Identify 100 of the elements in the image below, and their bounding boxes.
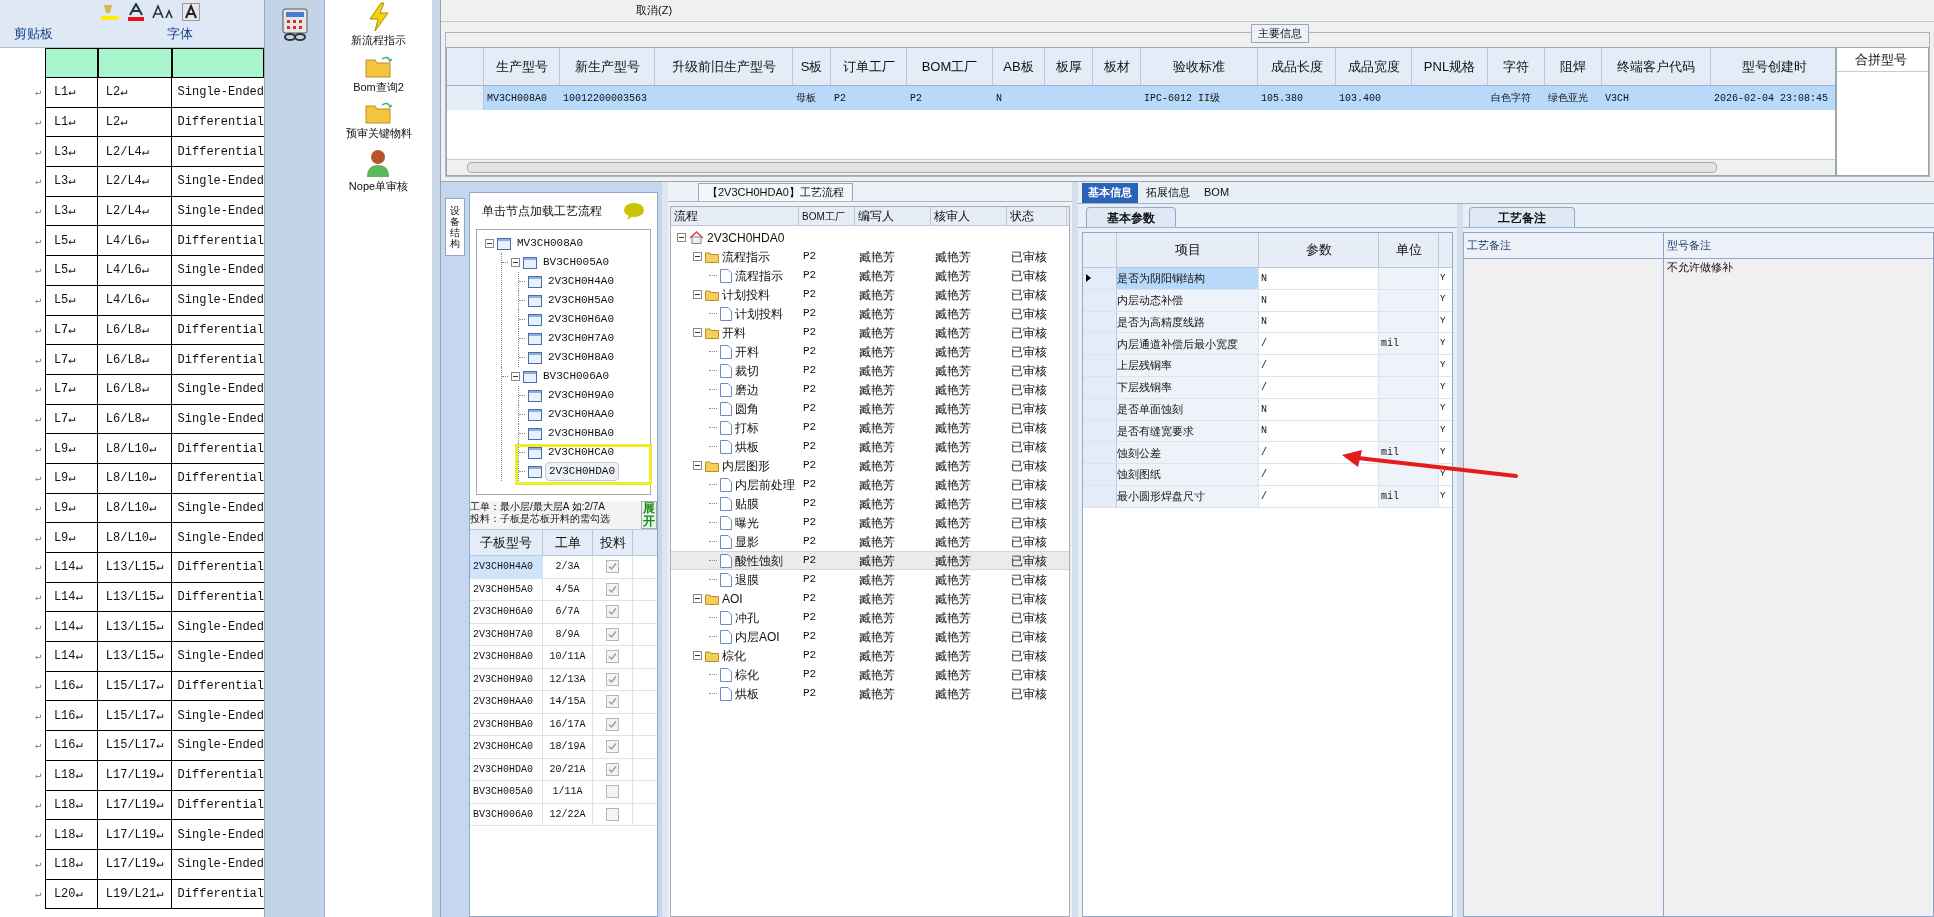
table-row[interactable]: 蚀刻图纸 / Y: [1083, 464, 1452, 486]
nav-item[interactable]: 预审关键物料: [345, 125, 412, 142]
flow-row[interactable]: 2V3CH0HDA0: [671, 228, 1069, 247]
column-header[interactable]: 参数: [1259, 233, 1379, 267]
column-header[interactable]: 成品宽度: [1336, 48, 1412, 85]
collapse-icon[interactable]: [693, 252, 702, 261]
tree-node[interactable]: MV3CH008A0: [514, 235, 586, 252]
tree-node[interactable]: 2V3CH0H6A0: [545, 311, 617, 328]
text-effect-icon[interactable]: [182, 3, 200, 21]
tree-node[interactable]: 2V3CH0H9A0: [545, 387, 617, 404]
flow-row[interactable]: 计划投料 P2 臧艳芳 臧艳芳 已审核: [671, 304, 1069, 323]
table-row[interactable]: 2V3CH0H5A0 4/5A: [470, 578, 657, 601]
tree-node[interactable]: 2V3CH0H5A0: [545, 292, 617, 309]
flow-row[interactable]: 内层图形 P2 臧艳芳 臧艳芳 已审核: [671, 456, 1069, 475]
column-header[interactable]: BOM工厂: [799, 207, 855, 225]
collapse-icon[interactable]: [693, 328, 702, 337]
flow-row[interactable]: 内层前处理 P2 臧艳芳 臧艳芳 已审核: [671, 475, 1069, 494]
flow-row[interactable]: 开料 P2 臧艳芳 臧艳芳 已审核: [671, 323, 1069, 342]
flow-row[interactable]: 圆角 P2 臧艳芳 臧艳芳 已审核: [671, 399, 1069, 418]
collapse-icon[interactable]: [693, 594, 702, 603]
column-header[interactable]: BOM工厂: [907, 48, 993, 85]
column-header[interactable]: 合拼型号: [1855, 49, 1907, 70]
flow-row[interactable]: 棕化 P2 臧艳芳 臧艳芳 已审核: [671, 646, 1069, 665]
table-row[interactable]: 下层残铜率 / Y: [1083, 377, 1452, 399]
collapse-icon[interactable]: [677, 233, 686, 242]
column-header[interactable]: 状态: [1007, 207, 1067, 225]
table-row[interactable]: 2V3CH0HCA0 18/19A: [470, 736, 657, 759]
column-header[interactable]: 升级前旧生产型号: [655, 48, 793, 85]
column-header[interactable]: 新生产型号: [560, 48, 655, 85]
table-row[interactable]: 2V3CH0HDA0 20/21A: [470, 758, 657, 781]
tree-node[interactable]: 2V3CH0HDA0: [545, 462, 619, 481]
flow-row[interactable]: 流程指示 P2 臧艳芳 臧艳芳 已审核: [671, 247, 1069, 266]
table-row[interactable]: 2V3CH0H6A0 6/7A: [470, 601, 657, 624]
checkbox[interactable]: [606, 740, 619, 754]
table-row[interactable]: 是否单面蚀刻 N Y: [1083, 398, 1452, 421]
column-header[interactable]: 项目: [1117, 233, 1259, 267]
table-row[interactable]: 2V3CH0HAA0 14/15A: [470, 691, 657, 714]
column-header[interactable]: 成品长度: [1258, 48, 1336, 85]
column-header[interactable]: 子板型号: [470, 530, 543, 555]
flow-row[interactable]: 棕化 P2 臧艳芳 臧艳芳 已审核: [671, 665, 1069, 684]
row-selector[interactable]: [1083, 268, 1117, 289]
tree-node[interactable]: 2V3CH0H8A0: [545, 349, 617, 366]
column-header[interactable]: 字符: [1488, 48, 1545, 85]
flow-row[interactable]: 内层AOI P2 臧艳芳 臧艳芳 已审核: [671, 627, 1069, 646]
collapse-icon[interactable]: [485, 239, 494, 248]
panel-tab[interactable]: 基本参数: [1086, 207, 1176, 227]
column-header[interactable]: 板材: [1093, 48, 1141, 85]
column-header[interactable]: 单位: [1379, 233, 1439, 267]
flow-row[interactable]: 磨边 P2 臧艳芳 臧艳芳 已审核: [671, 380, 1069, 399]
column-header[interactable]: 验收标准: [1141, 48, 1258, 85]
tree-node[interactable]: 2V3CH0H7A0: [545, 330, 617, 347]
table-row[interactable]: 是否为阴阳铜结构 N Y: [1083, 268, 1452, 290]
vertical-tab[interactable]: 设备结构: [445, 198, 465, 256]
flow-row[interactable]: 曝光 P2 臧艳芳 臧艳芳 已审核: [671, 513, 1069, 532]
horizontal-scrollbar[interactable]: [447, 159, 1835, 175]
collapse-icon[interactable]: [693, 290, 702, 299]
expand-button[interactable]: 展开: [641, 501, 657, 529]
tree-node[interactable]: BV3CH006A0: [540, 368, 612, 385]
font-color-icon[interactable]: [126, 3, 146, 21]
flow-row[interactable]: 烘板 P2 臧艳芳 臧艳芳 已审核: [671, 437, 1069, 456]
nav-item[interactable]: Bom查询2: [353, 78, 404, 95]
tree-node[interactable]: 2V3CH0H4A0: [545, 273, 617, 290]
flow-row[interactable]: 冲孔 P2 臧艳芳 臧艳芳 已审核: [671, 608, 1069, 627]
flow-row[interactable]: 裁切 P2 臧艳芳 臧艳芳 已审核: [671, 361, 1069, 380]
tab[interactable]: BOM: [1198, 182, 1236, 203]
nav-item[interactable]: Nope单审核: [348, 177, 409, 194]
flow-row[interactable]: 烘板 P2 臧艳芳 臧艳芳 已审核: [671, 684, 1069, 703]
checkbox[interactable]: [606, 695, 619, 709]
collapse-icon[interactable]: [511, 372, 520, 381]
flow-row[interactable]: 退膜 P2 臧艳芳 臧艳芳 已审核: [671, 570, 1069, 589]
tree-node[interactable]: 2V3CH0HCA0: [545, 444, 617, 461]
calculator-icon[interactable]: [279, 8, 310, 42]
tab[interactable]: 基本信息: [1082, 182, 1138, 203]
column-header[interactable]: 工单: [543, 530, 593, 555]
column-header[interactable]: 终端客户代码: [1602, 48, 1711, 85]
table-row[interactable]: 是否有缝宽要求 N Y: [1083, 420, 1452, 443]
table-row[interactable]: 2V3CH0HBA0 16/17A: [470, 713, 657, 736]
checkbox[interactable]: [606, 560, 619, 574]
column-header[interactable]: PNL规格: [1412, 48, 1488, 85]
column-header[interactable]: 订单工厂: [831, 48, 907, 85]
table-row[interactable]: 2V3CH0H9A0 12/13A: [470, 668, 657, 691]
flow-row[interactable]: 开料 P2 臧艳芳 臧艳芳 已审核: [671, 342, 1069, 361]
column-header[interactable]: 板厚: [1045, 48, 1093, 85]
checkbox[interactable]: [606, 762, 619, 776]
flow-row[interactable]: 打标 P2 臧艳芳 臧艳芳 已审核: [671, 418, 1069, 437]
checkbox[interactable]: [606, 627, 619, 641]
checkbox[interactable]: [606, 807, 619, 821]
flow-row[interactable]: 酸性蚀刻 P2 臧艳芳 臧艳芳 已审核: [671, 551, 1069, 570]
collapse-icon[interactable]: [511, 258, 520, 267]
column-header[interactable]: 编写人: [855, 207, 931, 225]
table-row[interactable]: MV3CH008A0 10012200003563 母板 P2 P2 N IPC-6012 II级 105.380 103.400 白色字符 绿色亚光 V3CH 2026-02-04 23:08:45: [447, 86, 1835, 110]
tree-node[interactable]: 2V3CH0HBA0: [545, 425, 617, 442]
highlighter-icon[interactable]: [100, 3, 120, 21]
column-header[interactable]: 阻焊: [1545, 48, 1602, 85]
checkbox[interactable]: [606, 605, 619, 619]
tree-node[interactable]: 2V3CH0HAA0: [545, 406, 617, 423]
column-header[interactable]: 核审人: [931, 207, 1007, 225]
checkbox[interactable]: [606, 650, 619, 664]
nav-item[interactable]: 新流程指示: [351, 32, 406, 49]
cancel-button[interactable]: 取消(Z): [636, 2, 673, 19]
